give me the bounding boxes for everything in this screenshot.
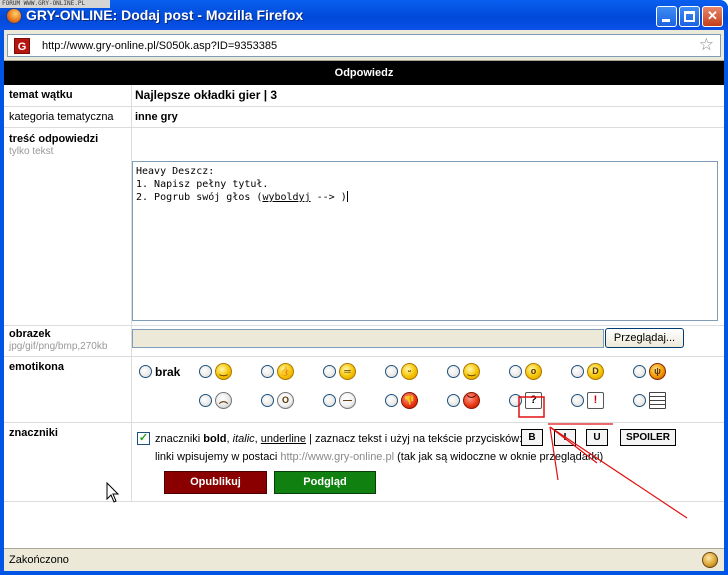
maximize-button[interactable] — [679, 6, 700, 27]
url-field[interactable]: G http://www.gry-online.pl/S050k.asp?ID=… — [7, 34, 721, 57]
url-text[interactable]: http://www.gry-online.pl/S050k.asp?ID=93… — [42, 40, 277, 52]
emoticon-smile-radio[interactable] — [199, 365, 212, 378]
close-icon: ✕ — [707, 8, 718, 23]
image-sublabel: jpg/gif/png/bmp,270kb — [9, 341, 108, 352]
underline-tag-button[interactable]: U — [586, 429, 608, 446]
tags-checkbox[interactable]: ✓ — [137, 432, 150, 445]
emoticon-tongue-radio[interactable] — [385, 365, 398, 378]
document-icon — [649, 392, 666, 409]
firefox-icon — [6, 8, 22, 24]
text-caret — [346, 191, 348, 202]
category-label: kategoria tematyczna — [9, 111, 114, 123]
reply-textarea[interactable]: Heavy Deszcz: 1. Napisz pełny tytuł. 2. … — [132, 161, 718, 321]
emoticon-grin-radio[interactable] — [323, 365, 336, 378]
tags-text-prefix: znaczniki — [155, 433, 204, 445]
question-icon: ? — [525, 392, 542, 409]
topic-row: temat wątku Najlepsze okładki gier | 3 — [4, 85, 724, 107]
neutral-icon: — — [339, 392, 356, 409]
links-url: http://www.gry-online.pl — [280, 451, 395, 463]
topic-label: temat wątku — [9, 89, 73, 101]
forum-watermark: FORUM WWW.GRY-ONLINE.PL — [0, 0, 110, 8]
sad-icon: ︵ — [215, 392, 232, 409]
emoticon-angry-radio[interactable] — [447, 394, 460, 407]
emoticon-devil-radio[interactable] — [633, 365, 646, 378]
reply-line-2: 1. Napisz pełny tytuł. — [136, 179, 269, 190]
spoiler-tag-button[interactable]: SPOILER — [620, 429, 676, 446]
emoticon-sad-radio[interactable] — [199, 394, 212, 407]
status-bar: Zakończono — [4, 548, 724, 571]
form-header: Odpowiedz — [4, 61, 724, 85]
reply-line-3-link: wyboldyj — [262, 192, 311, 203]
emoticon-question-radio[interactable] — [509, 394, 522, 407]
wink-icon: ‿ — [463, 363, 480, 380]
tags-label: znaczniki — [9, 427, 58, 439]
emoticon-surprised-radio[interactable] — [509, 365, 522, 378]
emoticon-thumbsup-radio[interactable] — [261, 365, 274, 378]
emoticon-exclaim-radio[interactable] — [571, 394, 584, 407]
shocked-icon: O — [277, 392, 294, 409]
maximize-icon — [684, 11, 695, 22]
emoticon-thumbsdown-radio[interactable] — [385, 394, 398, 407]
tags-underline-sample: underline — [260, 433, 307, 445]
preview-button[interactable]: Podgląd — [274, 471, 376, 494]
bookmark-star-icon[interactable]: ☆ — [699, 36, 714, 54]
smile-icon: ‿ — [215, 363, 232, 380]
surprised-icon: o — [525, 363, 542, 380]
tags-text-suffix: | zaznacz tekst i użyj na tekście przyci… — [306, 433, 523, 445]
topic-value: Najlepsze okładki gier | 3 — [135, 88, 278, 102]
content-sublabel: tylko tekst — [9, 146, 54, 157]
emoticon-none-label: brak — [155, 365, 181, 379]
reply-line-3-suffix: --> ) — [310, 192, 347, 203]
emoticon-none-radio[interactable] — [139, 365, 152, 378]
links-hint: linki wpisujemy w postaci http://www.gry… — [155, 451, 603, 463]
emoticons-row: emotikona — [4, 357, 724, 423]
emoticon-wink-radio[interactable] — [447, 365, 460, 378]
reply-line-1: Heavy Deszcz: — [136, 166, 215, 177]
thumbs-up-icon: 👍 — [277, 363, 294, 380]
emoticon-laugh-radio[interactable] — [571, 365, 584, 378]
page-content: Odpowiedz temat wątku Najlepsze okładki … — [4, 61, 724, 548]
tags-row: znaczniki — [4, 423, 724, 472]
publish-button[interactable]: Opublikuj — [164, 471, 267, 494]
close-button[interactable]: ✕ — [702, 6, 723, 27]
tags-bold-sample: bold — [203, 433, 227, 445]
tongue-icon: ᵕ — [401, 363, 418, 380]
tags-description: znaczniki bold, italic, underline | zazn… — [155, 433, 523, 445]
emoticon-neutral-radio[interactable] — [323, 394, 336, 407]
links-suffix: (tak jak są widoczne w oknie przeglądark… — [394, 451, 604, 463]
site-favicon-icon: G — [14, 38, 30, 54]
window-title: GRY-ONLINE: Dodaj post - Mozilla Firefox — [26, 7, 304, 23]
emoticons-label: emotikona — [9, 361, 65, 373]
thumbs-down-icon: 👎 — [401, 392, 418, 409]
browser-client: G http://www.gry-online.pl/S050k.asp?ID=… — [4, 30, 724, 571]
tags-italic-sample: italic — [232, 433, 255, 445]
emoticon-document-radio[interactable] — [633, 394, 646, 407]
category-value: inne gry — [135, 111, 178, 123]
laugh-icon: D — [587, 363, 604, 380]
image-label: obrazek — [9, 328, 51, 340]
status-smiley-icon — [702, 552, 718, 568]
address-bar: G http://www.gry-online.pl/S050k.asp?ID=… — [4, 30, 724, 61]
minimize-button[interactable] — [656, 6, 677, 27]
reply-line-3-prefix: 2. Pogrub swój głos ( — [136, 192, 263, 203]
emoticon-shock-radio[interactable] — [261, 394, 274, 407]
italic-tag-button[interactable]: I — [554, 429, 576, 446]
bold-tag-button[interactable]: B — [521, 429, 543, 446]
category-row: kategoria tematyczna inne gry — [4, 107, 724, 128]
devil-icon: ψ — [649, 363, 666, 380]
minimize-icon — [662, 19, 670, 22]
browser-window: GRY-ONLINE: Dodaj post - Mozilla Firefox… — [0, 0, 728, 575]
grin-icon: ═ — [339, 363, 356, 380]
image-file-input[interactable] — [132, 329, 604, 348]
angry-icon: ︶ — [463, 392, 480, 409]
column-divider — [131, 85, 132, 502]
browse-button[interactable]: Przeglądaj... — [605, 328, 684, 348]
links-prefix: linki wpisujemy w postaci — [155, 451, 281, 463]
status-text: Zakończono — [9, 554, 69, 566]
exclamation-icon: ! — [587, 392, 604, 409]
content-label: treść odpowiedzi — [9, 133, 99, 145]
